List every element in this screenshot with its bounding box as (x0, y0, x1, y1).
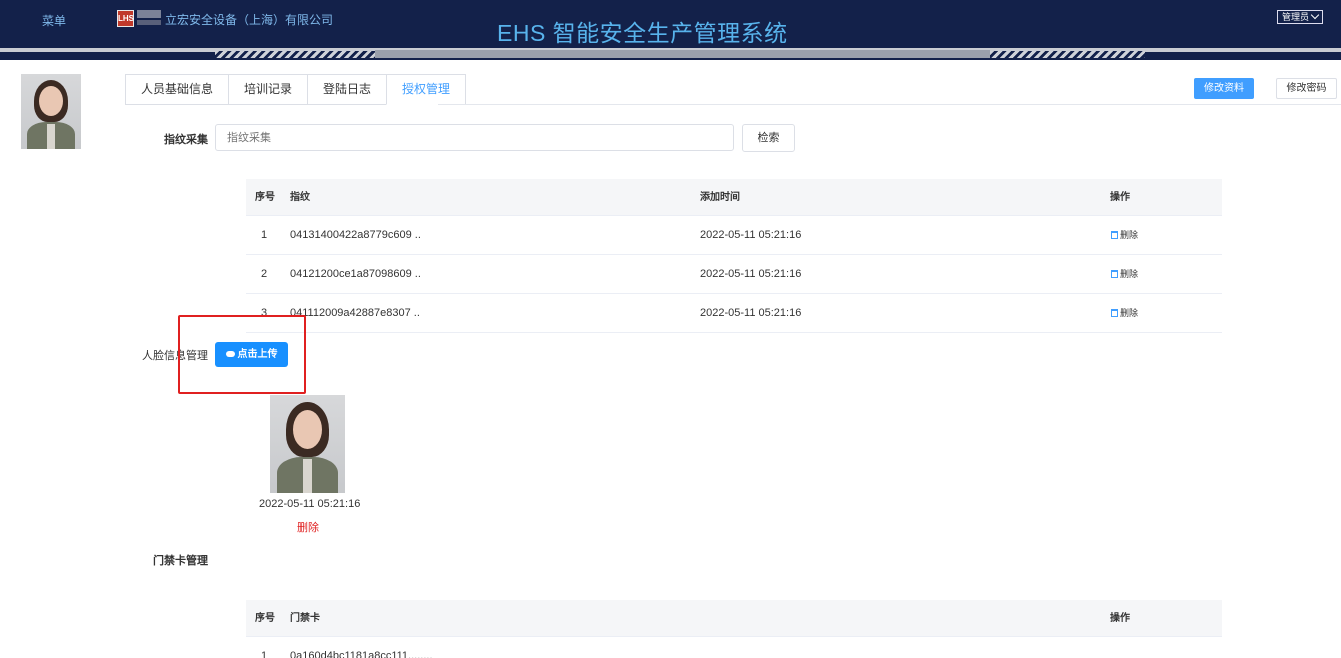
fingerprint-value: 041112009a42887e8307 .. (290, 307, 420, 319)
trash-icon (1111, 270, 1118, 278)
upload-button[interactable]: 点击上传 (215, 342, 288, 367)
row-index: 1 (261, 229, 268, 241)
column-actions: 操作 (1110, 192, 1130, 203)
card-value: 0a160d4bc1181a8cc111........ (290, 650, 433, 658)
fingerprint-value: 04131400422a8779c609 .. (290, 229, 421, 241)
fingerprint-label: 指纹采集 (164, 134, 208, 146)
tab-training-records[interactable]: 培训记录 (228, 74, 308, 105)
face-photo[interactable] (270, 395, 345, 493)
added-time: 2022-05-11 05:21:16 (700, 307, 802, 319)
fingerprint-table: 序号 指纹 添加时间 操作 1 04131400422a8779c609 .. … (246, 179, 1222, 333)
avatar (21, 74, 81, 149)
top-header: 菜单 LHS 立宏安全设备（上海）有限公司 EHS 智能安全生产管理系统 管理员 (0, 0, 1341, 48)
delete-button[interactable]: 删除 (1111, 216, 1138, 254)
access-card-table: 序号 门禁卡 操作 1 0a160d4bc1181a8cc111........ (246, 600, 1222, 658)
delete-label: 删除 (1120, 230, 1139, 240)
row-index: 3 (261, 307, 268, 319)
table-row: 2 04121200ce1a87098609 .. 2022-05-11 05:… (246, 255, 1222, 294)
edit-profile-button[interactable]: 修改资料 (1194, 78, 1254, 99)
column-actions: 操作 (1110, 613, 1130, 624)
table-row: 3 041112009a42887e8307 .. 2022-05-11 05:… (246, 294, 1222, 333)
cloud-upload-icon (225, 351, 235, 357)
table-header: 序号 门禁卡 操作 (246, 600, 1222, 637)
table-row: 1 04131400422a8779c609 .. 2022-05-11 05:… (246, 216, 1222, 255)
user-menu[interactable]: 管理员 (1277, 10, 1324, 24)
delete-button[interactable]: 删除 (1111, 255, 1138, 293)
user-role: 管理员 (1282, 12, 1310, 22)
tab-authorization[interactable]: 授权管理 (386, 74, 467, 105)
delete-button[interactable]: 删除 (1111, 294, 1138, 332)
company-name: 立宏安全设备（上海）有限公司 (165, 13, 334, 27)
tab-basic-info[interactable]: 人员基础信息 (125, 74, 229, 105)
column-fingerprint: 指纹 (290, 192, 310, 203)
row-index: 2 (261, 268, 268, 280)
header-decoration (0, 48, 1341, 60)
company-logo-icon: LHS (117, 10, 134, 27)
fingerprint-value: 04121200ce1a87098609 .. (290, 268, 421, 280)
row-index: 1 (261, 650, 268, 658)
table-header: 序号 指纹 添加时间 操作 (246, 179, 1222, 216)
delete-label: 删除 (1120, 269, 1139, 279)
upload-button-label: 点击上传 (237, 349, 278, 360)
trash-icon (1111, 231, 1118, 239)
search-button[interactable]: 检索 (742, 124, 795, 152)
tab-login-log[interactable]: 登陆日志 (307, 74, 387, 105)
column-index: 序号 (255, 192, 275, 203)
face-management-label: 人脸信息管理 (142, 350, 208, 362)
menu-button[interactable]: 菜单 (42, 12, 66, 29)
system-title: EHS 智能安全生产管理系统 (497, 20, 788, 46)
column-card: 门禁卡 (290, 613, 320, 624)
tab-divider (438, 104, 1341, 105)
fingerprint-input[interactable] (215, 124, 734, 151)
delete-label: 删除 (1120, 308, 1139, 318)
face-photo-time: 2022-05-11 05:21:16 (259, 498, 361, 510)
table-row: 1 0a160d4bc1181a8cc111........ (246, 637, 1222, 658)
column-index: 序号 (255, 613, 275, 624)
added-time: 2022-05-11 05:21:16 (700, 229, 802, 241)
change-password-button[interactable]: 修改密码 (1276, 78, 1337, 99)
column-added-time: 添加时间 (700, 192, 740, 203)
added-time: 2022-05-11 05:21:16 (700, 268, 802, 280)
trash-icon (1111, 309, 1118, 317)
chevron-down-icon (1310, 10, 1320, 20)
tab-bar: 人员基础信息 培训记录 登陆日志 授权管理 (125, 74, 467, 105)
face-delete-button[interactable]: 删除 (297, 519, 319, 535)
logo-subtext (137, 20, 161, 25)
access-card-label: 门禁卡管理 (153, 555, 208, 567)
logo-wordmark (137, 10, 161, 18)
